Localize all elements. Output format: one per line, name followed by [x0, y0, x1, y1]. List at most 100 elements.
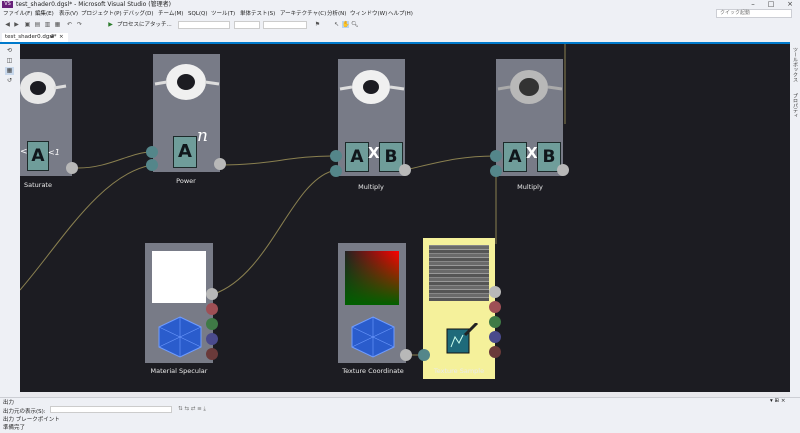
node-multiply-1[interactable]: A X B: [338, 59, 405, 176]
output-panel: 出力 ▾ ⊞ × 出力元の表示(S): ⇅ ⇆ ⇄ ≡ ⤓ 出力 ブレークポイン…: [0, 397, 800, 425]
node-saturate[interactable]: A < <1: [20, 59, 72, 176]
multiply2-output-pin[interactable]: [557, 164, 569, 176]
close-tab-icon[interactable]: ×: [59, 33, 64, 42]
zoom-tool-icon[interactable]: ▦: [5, 67, 14, 75]
toolbox-tab[interactable]: ツールボックス: [791, 47, 799, 82]
menu-analyze[interactable]: 分析(N): [327, 9, 346, 19]
node-label-texture-sample: Texture Sample: [433, 367, 485, 375]
node-multiply-2[interactable]: A X B: [496, 59, 563, 176]
pin-icon[interactable]: ⊕: [50, 33, 55, 42]
texsample-uv-input-pin[interactable]: [418, 349, 430, 361]
status-bar: 準備完了: [0, 424, 800, 433]
menu-help[interactable]: ヘルプ(H): [388, 9, 413, 19]
menu-view[interactable]: 表示(V): [59, 9, 78, 19]
multiply-x-text: X: [368, 144, 380, 162]
node-material-specular[interactable]: [145, 243, 213, 363]
power-input-n-pin[interactable]: [146, 159, 158, 171]
menu-sql[interactable]: SQL(Q): [188, 9, 208, 19]
new-project-icon[interactable]: ▣: [24, 21, 31, 28]
texcoord-output-pin[interactable]: [400, 349, 412, 361]
output-toolbar-icons[interactable]: ⇅ ⇆ ⇄ ≡ ⤓: [178, 406, 206, 413]
node-texture-sample[interactable]: [423, 238, 495, 379]
specular-pin-b[interactable]: [206, 333, 218, 345]
menu-file[interactable]: ファイル(F): [3, 9, 32, 19]
saturate-op-icon: A: [27, 141, 49, 171]
pan-icon[interactable]: ✋: [342, 21, 349, 28]
config-dropdown[interactable]: [178, 21, 230, 29]
properties-tab[interactable]: プロパティ: [791, 93, 799, 118]
zoom-icon[interactable]: 🔍︎: [351, 21, 359, 28]
uv-gradient-preview: [345, 251, 399, 305]
teapot-preview-icon: [497, 70, 563, 104]
maximize-button[interactable]: □: [762, 0, 780, 9]
multiply-a-box: A: [503, 142, 527, 172]
back-icon[interactable]: ◀: [4, 21, 11, 28]
menu-window[interactable]: ウィンドウ(W): [350, 9, 387, 19]
multiply-x-text: X: [526, 144, 538, 162]
texsample-pin-g[interactable]: [489, 316, 501, 328]
platform-dropdown[interactable]: [234, 21, 260, 29]
output-source-dropdown[interactable]: [50, 406, 172, 413]
specular-pin-g[interactable]: [206, 318, 218, 330]
close-window-button[interactable]: ×: [781, 0, 799, 9]
menu-edit[interactable]: 編集(E): [35, 9, 54, 19]
quick-launch-input[interactable]: クイック起動: [716, 9, 792, 18]
texsample-pin-rgb[interactable]: [489, 286, 501, 298]
select-tool-icon[interactable]: ⟲: [5, 47, 14, 55]
save-icon[interactable]: ▥: [44, 21, 51, 28]
multiply2-input-b-pin[interactable]: [490, 165, 502, 177]
teapot-preview-icon: [339, 70, 405, 104]
node-label-material-specular: Material Specular: [150, 367, 208, 375]
multiply1-output-pin[interactable]: [399, 164, 411, 176]
saturate-lt1-text: <1: [48, 148, 60, 157]
target-dropdown[interactable]: [263, 21, 307, 29]
menu-project[interactable]: プロジェクト(P): [81, 9, 122, 19]
output-line: 出力 ブレークポイント: [3, 417, 60, 423]
start-icon[interactable]: ▶: [107, 21, 114, 28]
power-output-pin[interactable]: [214, 158, 226, 170]
saturate-output-pin[interactable]: [66, 162, 78, 174]
specular-pin-a[interactable]: [206, 348, 218, 360]
specular-color-swatch: [152, 251, 206, 303]
texsample-pin-b[interactable]: [489, 331, 501, 343]
toolbar: ◀ ▶ ▣ ▤ ▥ ▦ ↶ ↷ ▶ プロセスにアタッチ... ⚑ ↖ ✋ 🔍︎: [0, 19, 800, 32]
open-icon[interactable]: ▤: [34, 21, 41, 28]
pan-tool-icon[interactable]: ◫: [5, 57, 14, 65]
window-title: test_shader0.dgsl* - Microsoft Visual St…: [16, 1, 171, 8]
shader-designer-canvas[interactable]: A < <1 Saturate A n Power A X B Multiply: [20, 44, 790, 392]
node-texture-coordinate[interactable]: [338, 243, 406, 363]
flag-icon[interactable]: ⚑: [314, 21, 321, 28]
teapot-preview-icon: [20, 72, 67, 104]
menu-team[interactable]: チーム(M): [158, 9, 183, 19]
output-panel-controls[interactable]: ▾ ⊞ ×: [770, 398, 785, 404]
menu-tools[interactable]: ツール(T): [211, 9, 235, 19]
node-label-multiply-2: Multiply: [517, 183, 543, 191]
fit-tool-icon[interactable]: ↺: [5, 77, 14, 85]
node-power[interactable]: A n: [153, 54, 220, 172]
document-tab-strip: [0, 32, 800, 42]
texsample-pin-r[interactable]: [489, 301, 501, 313]
pointer-icon[interactable]: ↖: [333, 21, 340, 28]
vs-icon: VS: [2, 1, 13, 8]
specular-pin-rgb[interactable]: [206, 288, 218, 300]
node-label-power: Power: [176, 177, 196, 185]
menu-unit-test[interactable]: 単体テスト(S): [240, 9, 275, 19]
multiply2-input-a-pin[interactable]: [490, 150, 502, 162]
multiply-a-box: A: [345, 142, 369, 172]
wire-multiply-multiply: [404, 155, 496, 171]
status-text: 準備完了: [3, 425, 26, 431]
save-all-icon[interactable]: ▦: [54, 21, 61, 28]
menu-debug[interactable]: デバッグ(D): [123, 9, 154, 19]
tab-test-shader[interactable]: test_shader0.dgsl* ⊕ ×: [2, 33, 68, 42]
undo-icon[interactable]: ↶: [66, 21, 73, 28]
power-input-a-pin[interactable]: [146, 146, 158, 158]
attach-to-process-button[interactable]: プロセスにアタッチ...: [117, 21, 172, 29]
menu-architecture[interactable]: アーキテクチャ(C): [280, 9, 326, 19]
texsample-pin-a[interactable]: [489, 346, 501, 358]
forward-icon[interactable]: ▶: [13, 21, 20, 28]
multiply1-input-b-pin[interactable]: [330, 165, 342, 177]
specular-pin-r[interactable]: [206, 303, 218, 315]
minimize-button[interactable]: –: [744, 0, 762, 9]
multiply1-input-a-pin[interactable]: [330, 150, 342, 162]
redo-icon[interactable]: ↷: [76, 21, 83, 28]
